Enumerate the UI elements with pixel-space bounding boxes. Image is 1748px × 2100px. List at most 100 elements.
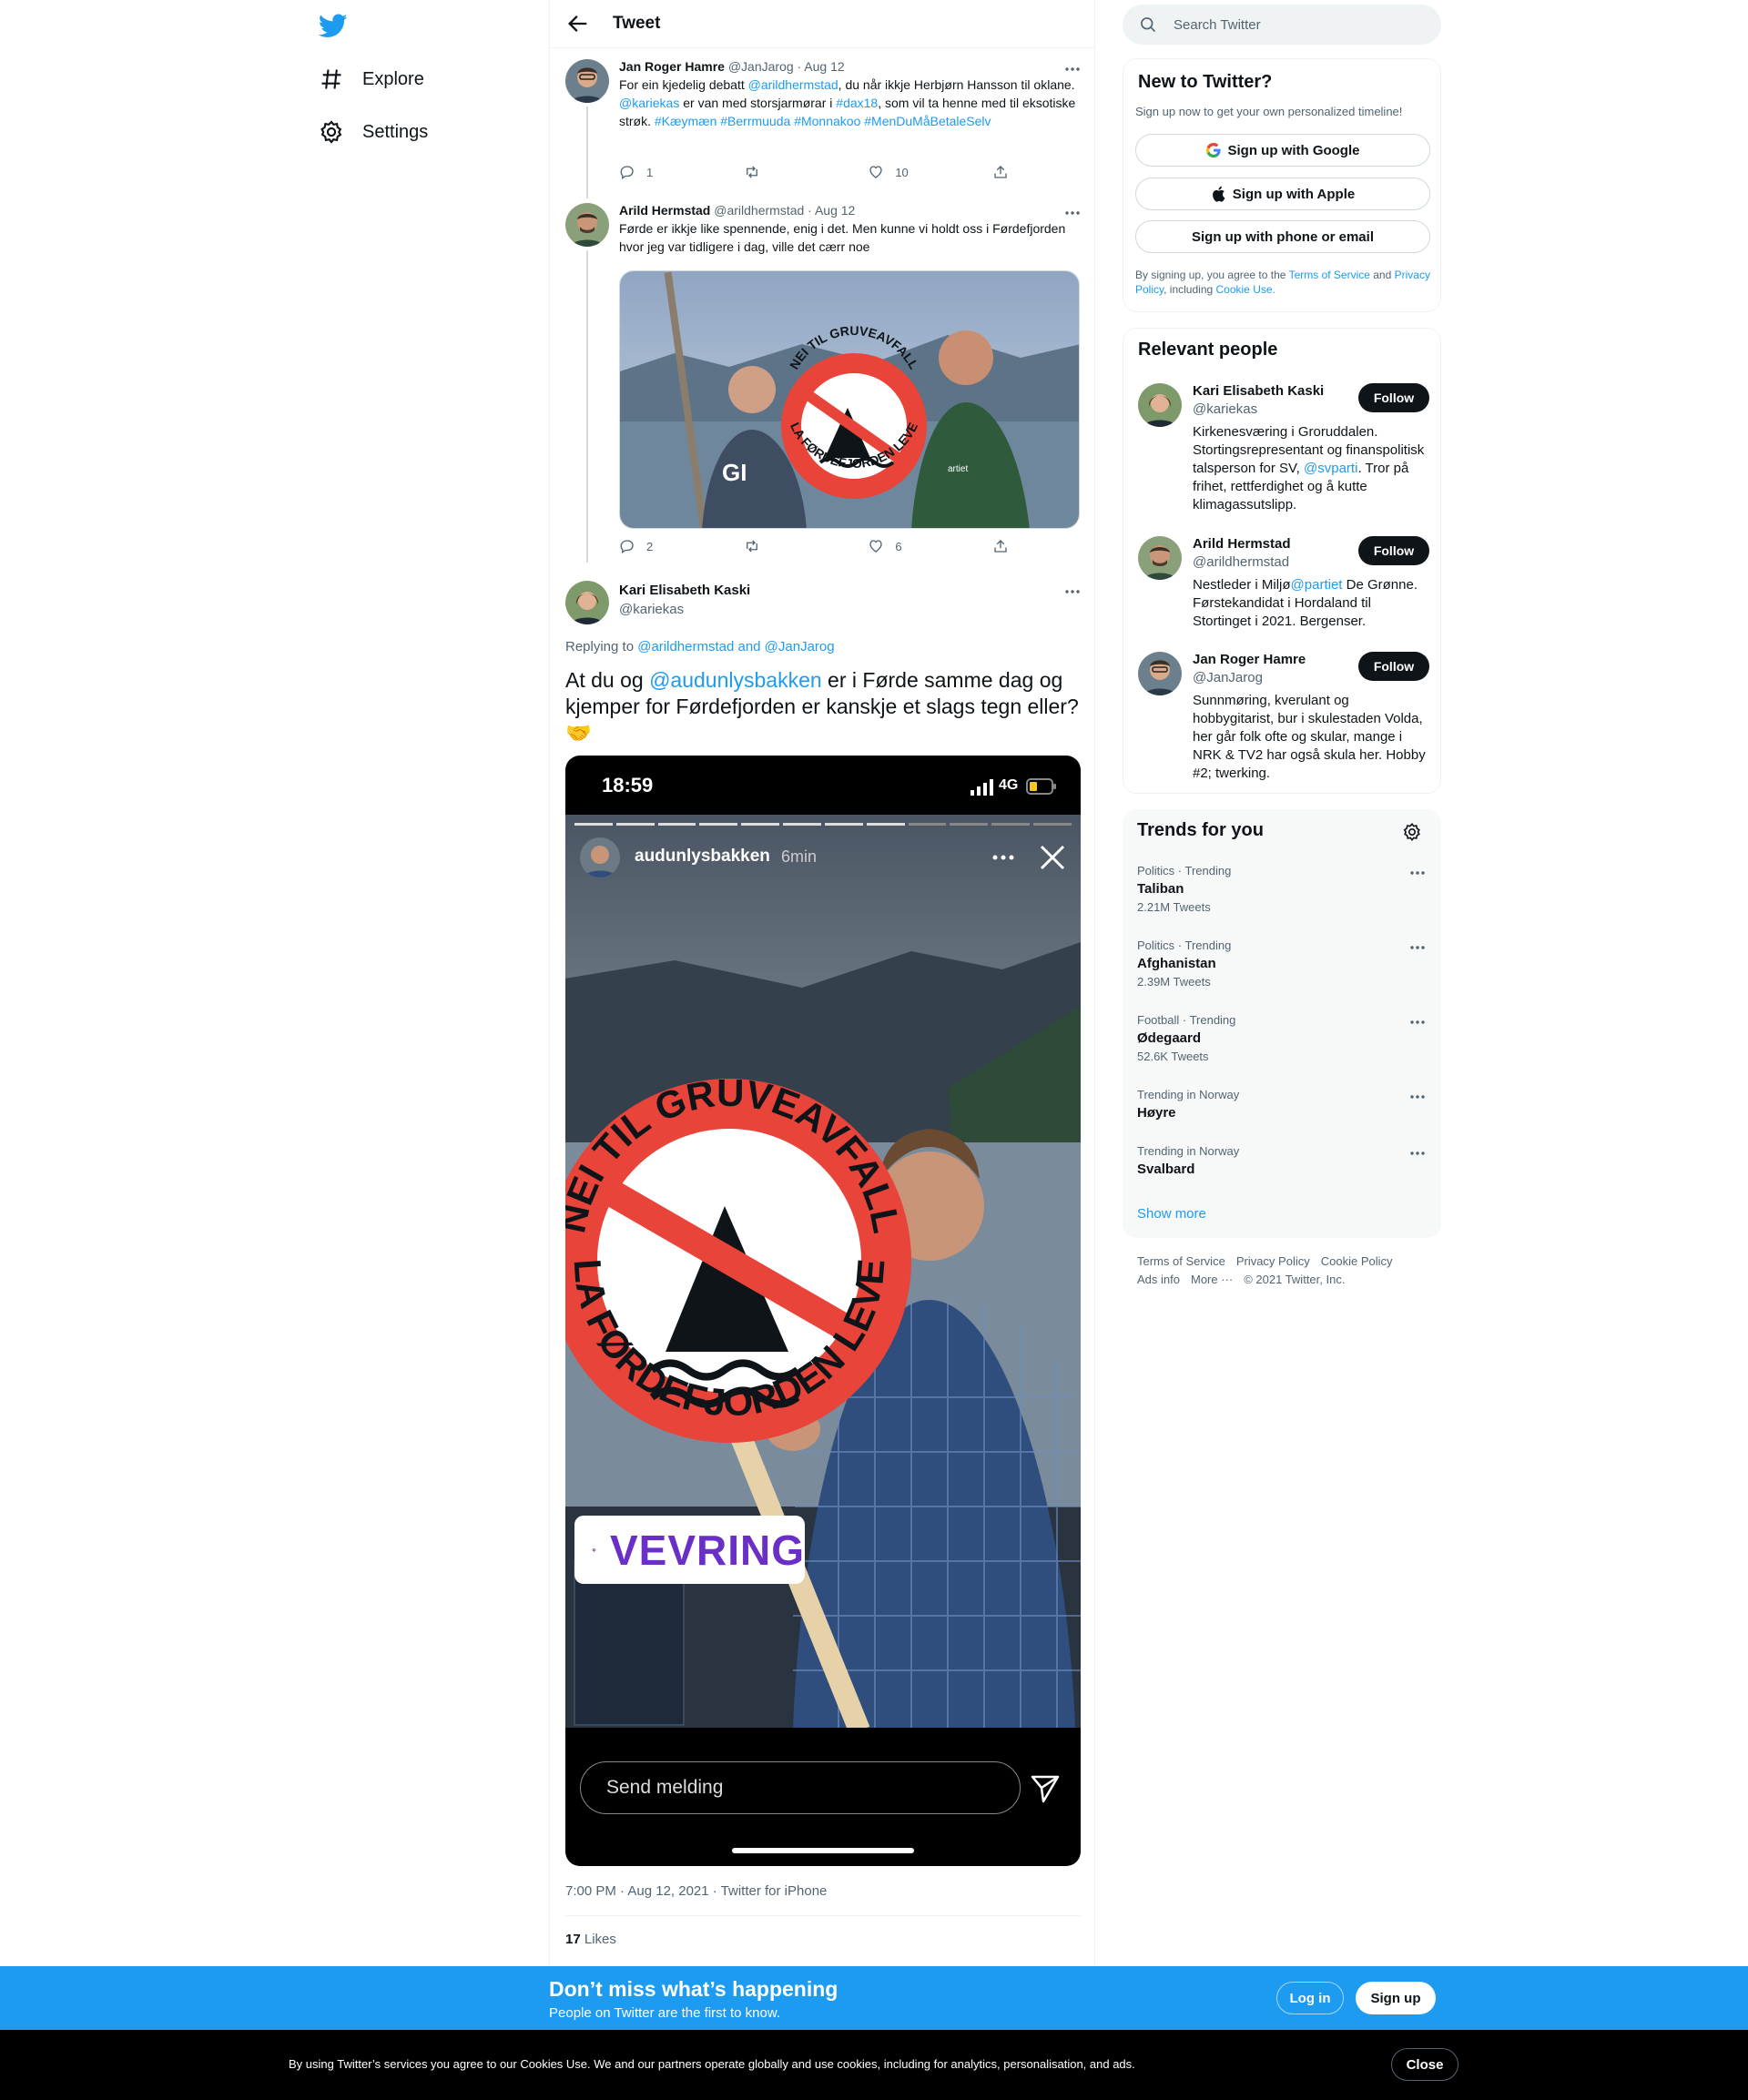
close-button[interactable]: Close <box>1391 2048 1458 2081</box>
more-options-icon[interactable] <box>1408 1144 1427 1162</box>
reply-tweet-arildhermstad[interactable]: Arild Hermstad @arildhermstad · Aug 12 F… <box>550 191 1096 563</box>
trend-name: Høyre <box>1137 1105 1176 1121</box>
avatar[interactable] <box>1138 536 1182 580</box>
replying-to-links[interactable]: @arildhermstad and @JanJarog <box>637 639 834 654</box>
message-placeholder: Send melding <box>606 1777 724 1798</box>
tweet-date[interactable]: · Aug 12 <box>808 203 855 218</box>
mention-link[interactable]: @audunlysbakken <box>649 668 822 692</box>
tweet-timestamp[interactable]: 7:00 PM · Aug 12, 2021 · Twitter for iPh… <box>565 1883 827 1899</box>
person-bio: Sunnmøring, kverulant og hobbygitarist, … <box>1193 693 1426 781</box>
login-button[interactable]: Log in <box>1276 1982 1344 2014</box>
reply-tweet-janjarog[interactable]: Jan Roger Hamre @JanJarog · Aug 12 For e… <box>550 55 1096 191</box>
author-name[interactable]: Jan Roger Hamre <box>619 59 725 74</box>
twitter-logo-icon[interactable] <box>319 11 348 40</box>
tweet-meta: Arild Hermstad @arildhermstad · Aug 12 <box>619 203 1083 218</box>
reply-button[interactable]: 2 <box>619 538 701 554</box>
hashtag-link[interactable]: #dax18 <box>836 96 878 110</box>
tweet-date[interactable]: · Aug 12 <box>798 59 845 74</box>
hashtag-link[interactable]: #Monnakoo <box>794 114 860 128</box>
trend-item[interactable]: Trending in Norway Svalbard <box>1137 1144 1427 1177</box>
footer-cookie-link[interactable]: Cookie Policy <box>1321 1254 1393 1268</box>
avatar[interactable] <box>1138 652 1182 695</box>
apple-icon <box>1212 186 1225 202</box>
follow-button[interactable]: Follow <box>1358 652 1429 681</box>
story-username: audunlysbakken <box>635 847 770 866</box>
back-arrow-icon[interactable] <box>565 11 591 36</box>
story-screenshot-image[interactable]: 18:59 4G I TIL GRUVEAVFALL LA FØRDEFJORD… <box>565 756 1081 1866</box>
show-more-link[interactable]: Show more <box>1137 1206 1206 1222</box>
trend-item[interactable]: Politics · Trending Afghanistan 2.39M Tw… <box>1137 938 1427 989</box>
location-label: VEVRING <box>609 1526 805 1574</box>
share-button[interactable] <box>992 164 1011 180</box>
hashtag-link[interactable]: #Berrmuuda <box>720 114 790 128</box>
author-name[interactable]: Kari Elisabeth Kaski <box>619 583 750 598</box>
cookie-consent-bar: By using Twitter’s services you agree to… <box>0 2030 1748 2100</box>
person-handle[interactable]: @arildhermstad <box>1193 554 1289 570</box>
person-name[interactable]: Kari Elisabeth Kaski <box>1193 383 1324 399</box>
more-options-icon[interactable] <box>1408 864 1427 882</box>
more-options-icon[interactable] <box>1063 60 1082 78</box>
cookie-link[interactable]: Cookie Use. <box>1216 283 1275 296</box>
share-button[interactable] <box>992 538 1011 554</box>
author-name[interactable]: Arild Hermstad <box>619 203 710 218</box>
hashtag-link[interactable]: #MenDuMåBetaleSelv <box>864 114 991 128</box>
trend-item[interactable]: Football · Trending Ødegaard 52.6K Tweet… <box>1137 1013 1427 1063</box>
footer-privacy-link[interactable]: Privacy Policy <box>1236 1254 1310 1268</box>
signal-bars-icon <box>971 779 993 796</box>
footer-more-link[interactable]: More ··· <box>1191 1273 1233 1286</box>
more-options-icon[interactable] <box>1408 938 1427 957</box>
tweet-header: Tweet <box>550 0 1096 48</box>
person-name[interactable]: Arild Hermstad <box>1193 536 1291 552</box>
avatar-photo <box>565 59 609 103</box>
story-time-ago: 6min <box>781 847 818 866</box>
search-input[interactable]: Search Twitter <box>1123 5 1441 45</box>
person-handle[interactable]: @kariekas <box>1193 401 1257 417</box>
more-options-icon[interactable] <box>1063 204 1082 222</box>
hashtag-link[interactable]: #Kæymæn <box>655 114 716 128</box>
signup-apple-button[interactable]: Sign up with Apple <box>1135 178 1430 210</box>
footer-terms-link[interactable]: Terms of Service <box>1137 1254 1225 1268</box>
nav-explore[interactable]: Explore <box>319 61 424 97</box>
author-handle[interactable]: @JanJarog <box>728 59 794 74</box>
follow-button[interactable]: Follow <box>1358 536 1429 565</box>
nav-settings[interactable]: Settings <box>319 114 428 150</box>
story-progress <box>574 823 1072 826</box>
person-handle[interactable]: @JanJarog <box>1193 670 1263 685</box>
person-name[interactable]: Jan Roger Hamre <box>1193 652 1306 667</box>
mention-link[interactable]: @arildhermstad <box>748 77 838 92</box>
author-handle[interactable]: @arildhermstad <box>714 203 804 218</box>
more-options-icon[interactable] <box>1063 583 1082 601</box>
retweet-button[interactable] <box>744 538 826 554</box>
mention-link[interactable]: @svparti <box>1304 461 1357 476</box>
like-count: 6 <box>895 539 902 553</box>
more-options-icon[interactable] <box>1408 1013 1427 1031</box>
terms-link[interactable]: Terms of Service <box>1289 269 1370 281</box>
reply-count: 2 <box>646 539 654 553</box>
trends-card: Trends for you Politics · Trending Talib… <box>1123 809 1441 1238</box>
mention-link[interactable]: @partiet <box>1291 577 1343 593</box>
footer-ads-link[interactable]: Ads info <box>1137 1273 1180 1286</box>
like-button[interactable]: 10 <box>868 164 950 180</box>
more-options-icon[interactable] <box>1408 1088 1427 1106</box>
trend-item[interactable]: Politics · Trending Taliban 2.21M Tweets <box>1137 864 1427 914</box>
reply-button[interactable]: 1 <box>619 164 701 180</box>
settings-gear-icon[interactable] <box>1402 822 1422 842</box>
avatar[interactable] <box>1138 383 1182 427</box>
tweet-photo[interactable]: GI artiet NEI TIL GRUVEAVFALL LA FØRDEFJ… <box>619 270 1080 529</box>
heart-icon <box>869 166 882 178</box>
follow-button[interactable]: Follow <box>1358 383 1429 412</box>
retweet-button[interactable] <box>744 164 826 180</box>
avatar[interactable] <box>565 581 609 624</box>
signup-button[interactable]: Sign up <box>1356 1982 1436 2014</box>
signup-google-button[interactable]: Sign up with Google <box>1135 134 1430 167</box>
avatar[interactable] <box>565 59 609 103</box>
avatar[interactable] <box>565 203 609 247</box>
signup-phone-email-button[interactable]: Sign up with phone or email <box>1135 220 1430 253</box>
likes-stat[interactable]: 17 Likes <box>565 1932 616 1947</box>
author-handle[interactable]: @kariekas <box>619 602 750 617</box>
tweet-actions: 1 10 <box>619 164 1011 180</box>
like-button[interactable]: 6 <box>868 538 950 554</box>
mention-link[interactable]: @kariekas <box>619 96 679 110</box>
trend-item[interactable]: Trending in Norway Høyre <box>1137 1088 1427 1121</box>
card-subtitle: Sign up now to get your own personalized… <box>1135 105 1403 118</box>
